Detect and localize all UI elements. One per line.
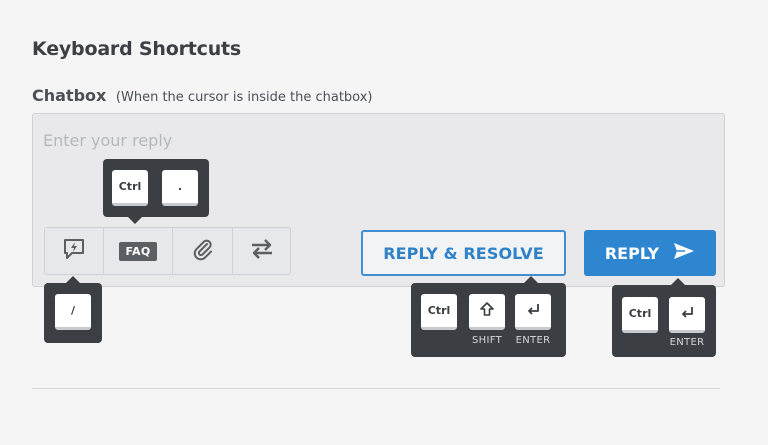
send-icon [673,242,695,264]
shift-icon [479,301,495,320]
chatbox-toolbar: FAQ [44,227,291,275]
page-title: Keyboard Shortcuts [32,38,242,60]
enter-label: ENTER [669,337,705,348]
canned-shortcut-tooltip: / [44,276,102,343]
canned-response-button[interactable] [45,228,104,274]
key-slash: / [55,294,91,330]
key-ctrl: Ctrl [421,294,457,330]
attachment-button[interactable] [173,228,233,274]
faq-label: FAQ [119,241,157,261]
key-period: . [162,170,198,206]
reply-button[interactable]: REPLY [584,230,716,276]
reply-shortcut-tooltip: Ctrl ENTER [612,278,716,357]
lightning-bubble-icon [62,238,86,264]
reply-label: REPLY [604,243,660,263]
key-ctrl: Ctrl [622,297,658,333]
reply-resolve-shortcut-tooltip: Ctrl SHIFT ENTER [411,276,566,357]
enter-icon [679,304,695,323]
section-heading: Chatbox (When the cursor is inside the c… [32,86,372,105]
section-note: (When the cursor is inside the chatbox) [115,90,373,105]
divider [32,388,720,389]
key-ctrl: Ctrl [112,170,148,206]
swap-arrows-icon [249,238,275,264]
transfer-button[interactable] [233,228,290,274]
section-label: Chatbox [32,86,107,105]
paperclip-icon [191,237,215,265]
reply-input-placeholder[interactable]: Enter your reply [43,131,172,150]
key-shift [469,294,505,330]
key-enter [669,297,705,333]
enter-icon [525,301,541,320]
faq-button[interactable]: FAQ [104,228,173,274]
reply-and-resolve-button[interactable]: REPLY & RESOLVE [361,230,566,276]
enter-label: ENTER [515,335,551,346]
faq-shortcut-tooltip: Ctrl . [103,159,209,224]
key-enter [515,294,551,330]
